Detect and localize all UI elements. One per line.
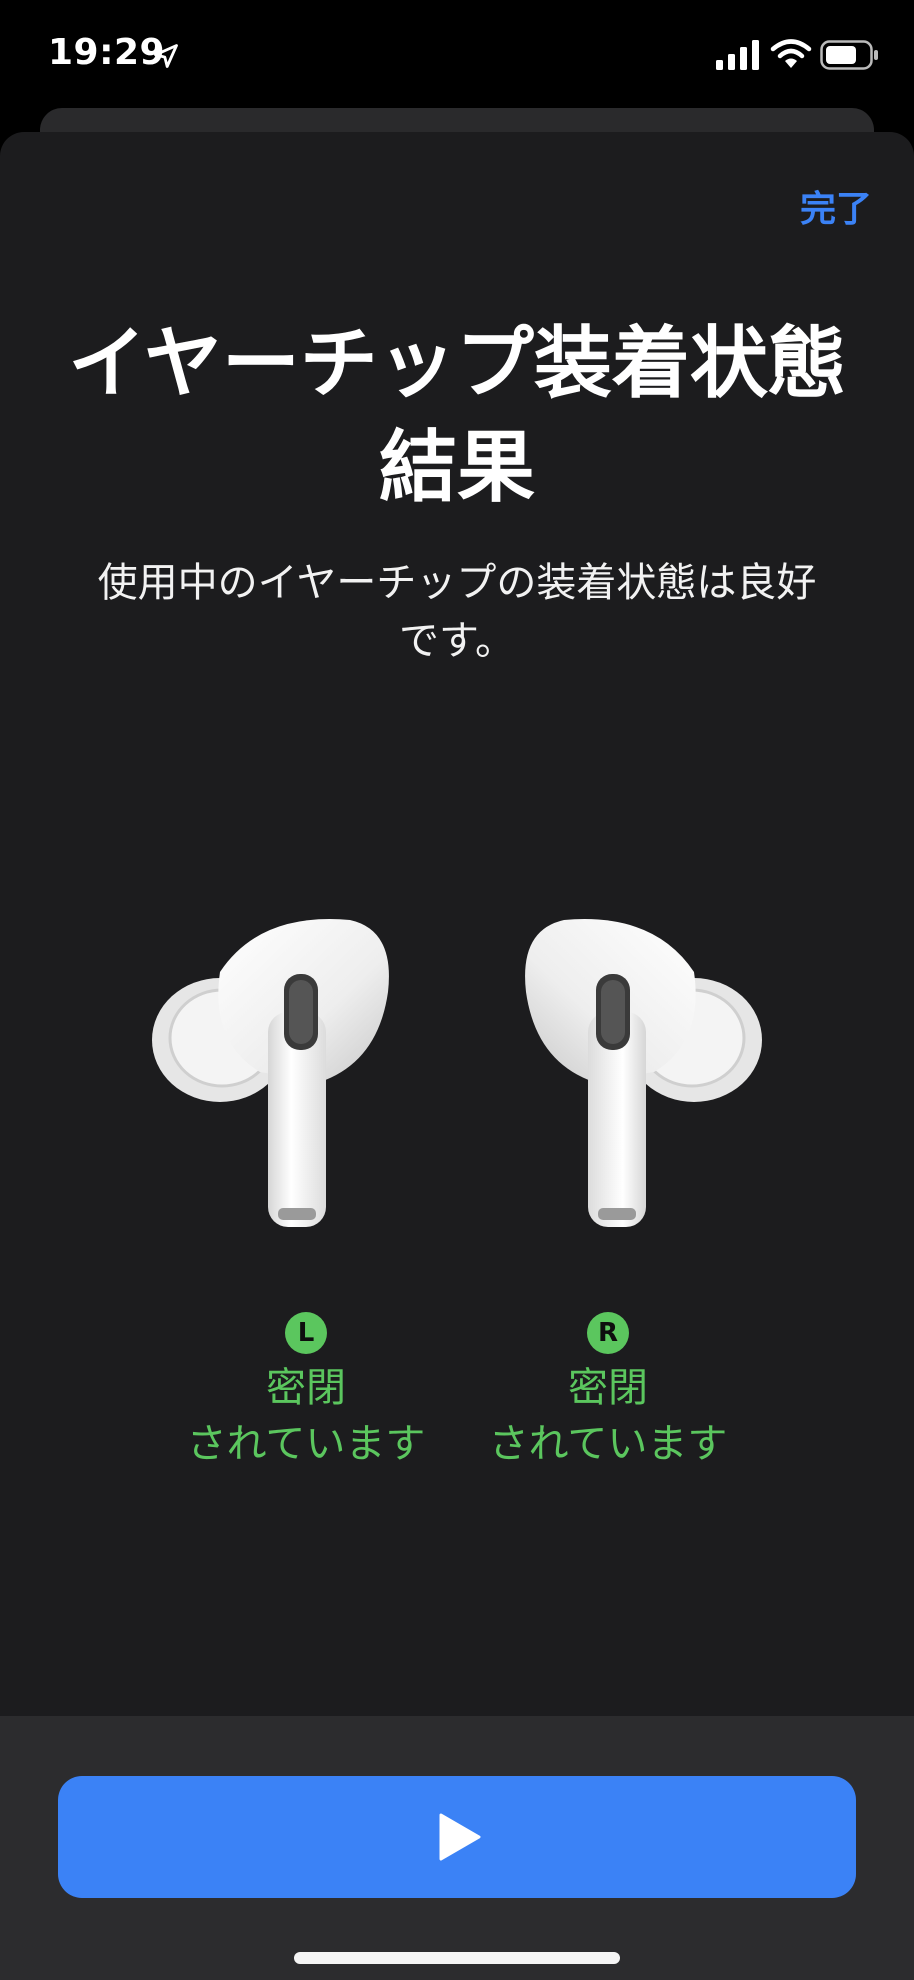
left-status-text: 密閉 されています xyxy=(156,1360,456,1472)
right-status-line1: 密閉 xyxy=(568,1365,648,1411)
play-button[interactable] xyxy=(58,1776,856,1898)
right-status-text: 密閉 されています xyxy=(458,1360,758,1472)
signal-bars-icon xyxy=(716,40,759,70)
right-fit-status: R 密閉 されています xyxy=(458,1312,758,1472)
right-status-line2: されています xyxy=(488,1421,728,1467)
page-title: イヤーチップ装着状態結果 xyxy=(68,319,846,513)
left-badge: L xyxy=(285,1312,327,1354)
home-indicator[interactable] xyxy=(294,1952,620,1964)
done-button[interactable]: 完了 xyxy=(800,180,872,232)
right-badge: R xyxy=(587,1312,629,1354)
sheet: 完了 イヤーチップ装着状態結果 使用中のイヤーチップの装着状態は良好です。 L … xyxy=(0,132,914,1980)
status-time: 19:29 xyxy=(48,32,166,73)
left-status-line1: 密閉 xyxy=(266,1365,346,1411)
location-arrow-icon xyxy=(154,44,178,68)
play-icon xyxy=(439,1813,481,1861)
left-earbud-image xyxy=(152,919,389,1227)
battery-icon xyxy=(820,40,878,70)
bottom-bar xyxy=(0,1716,914,1980)
right-earbud-image xyxy=(525,919,762,1227)
left-status-line2: されています xyxy=(186,1421,426,1467)
status-bar: 19:29 xyxy=(0,0,914,110)
left-fit-status: L 密閉 されています xyxy=(156,1312,456,1472)
wifi-icon xyxy=(770,39,812,68)
result-description: 使用中のイヤーチップの装着状態は良好です。 xyxy=(97,560,817,664)
